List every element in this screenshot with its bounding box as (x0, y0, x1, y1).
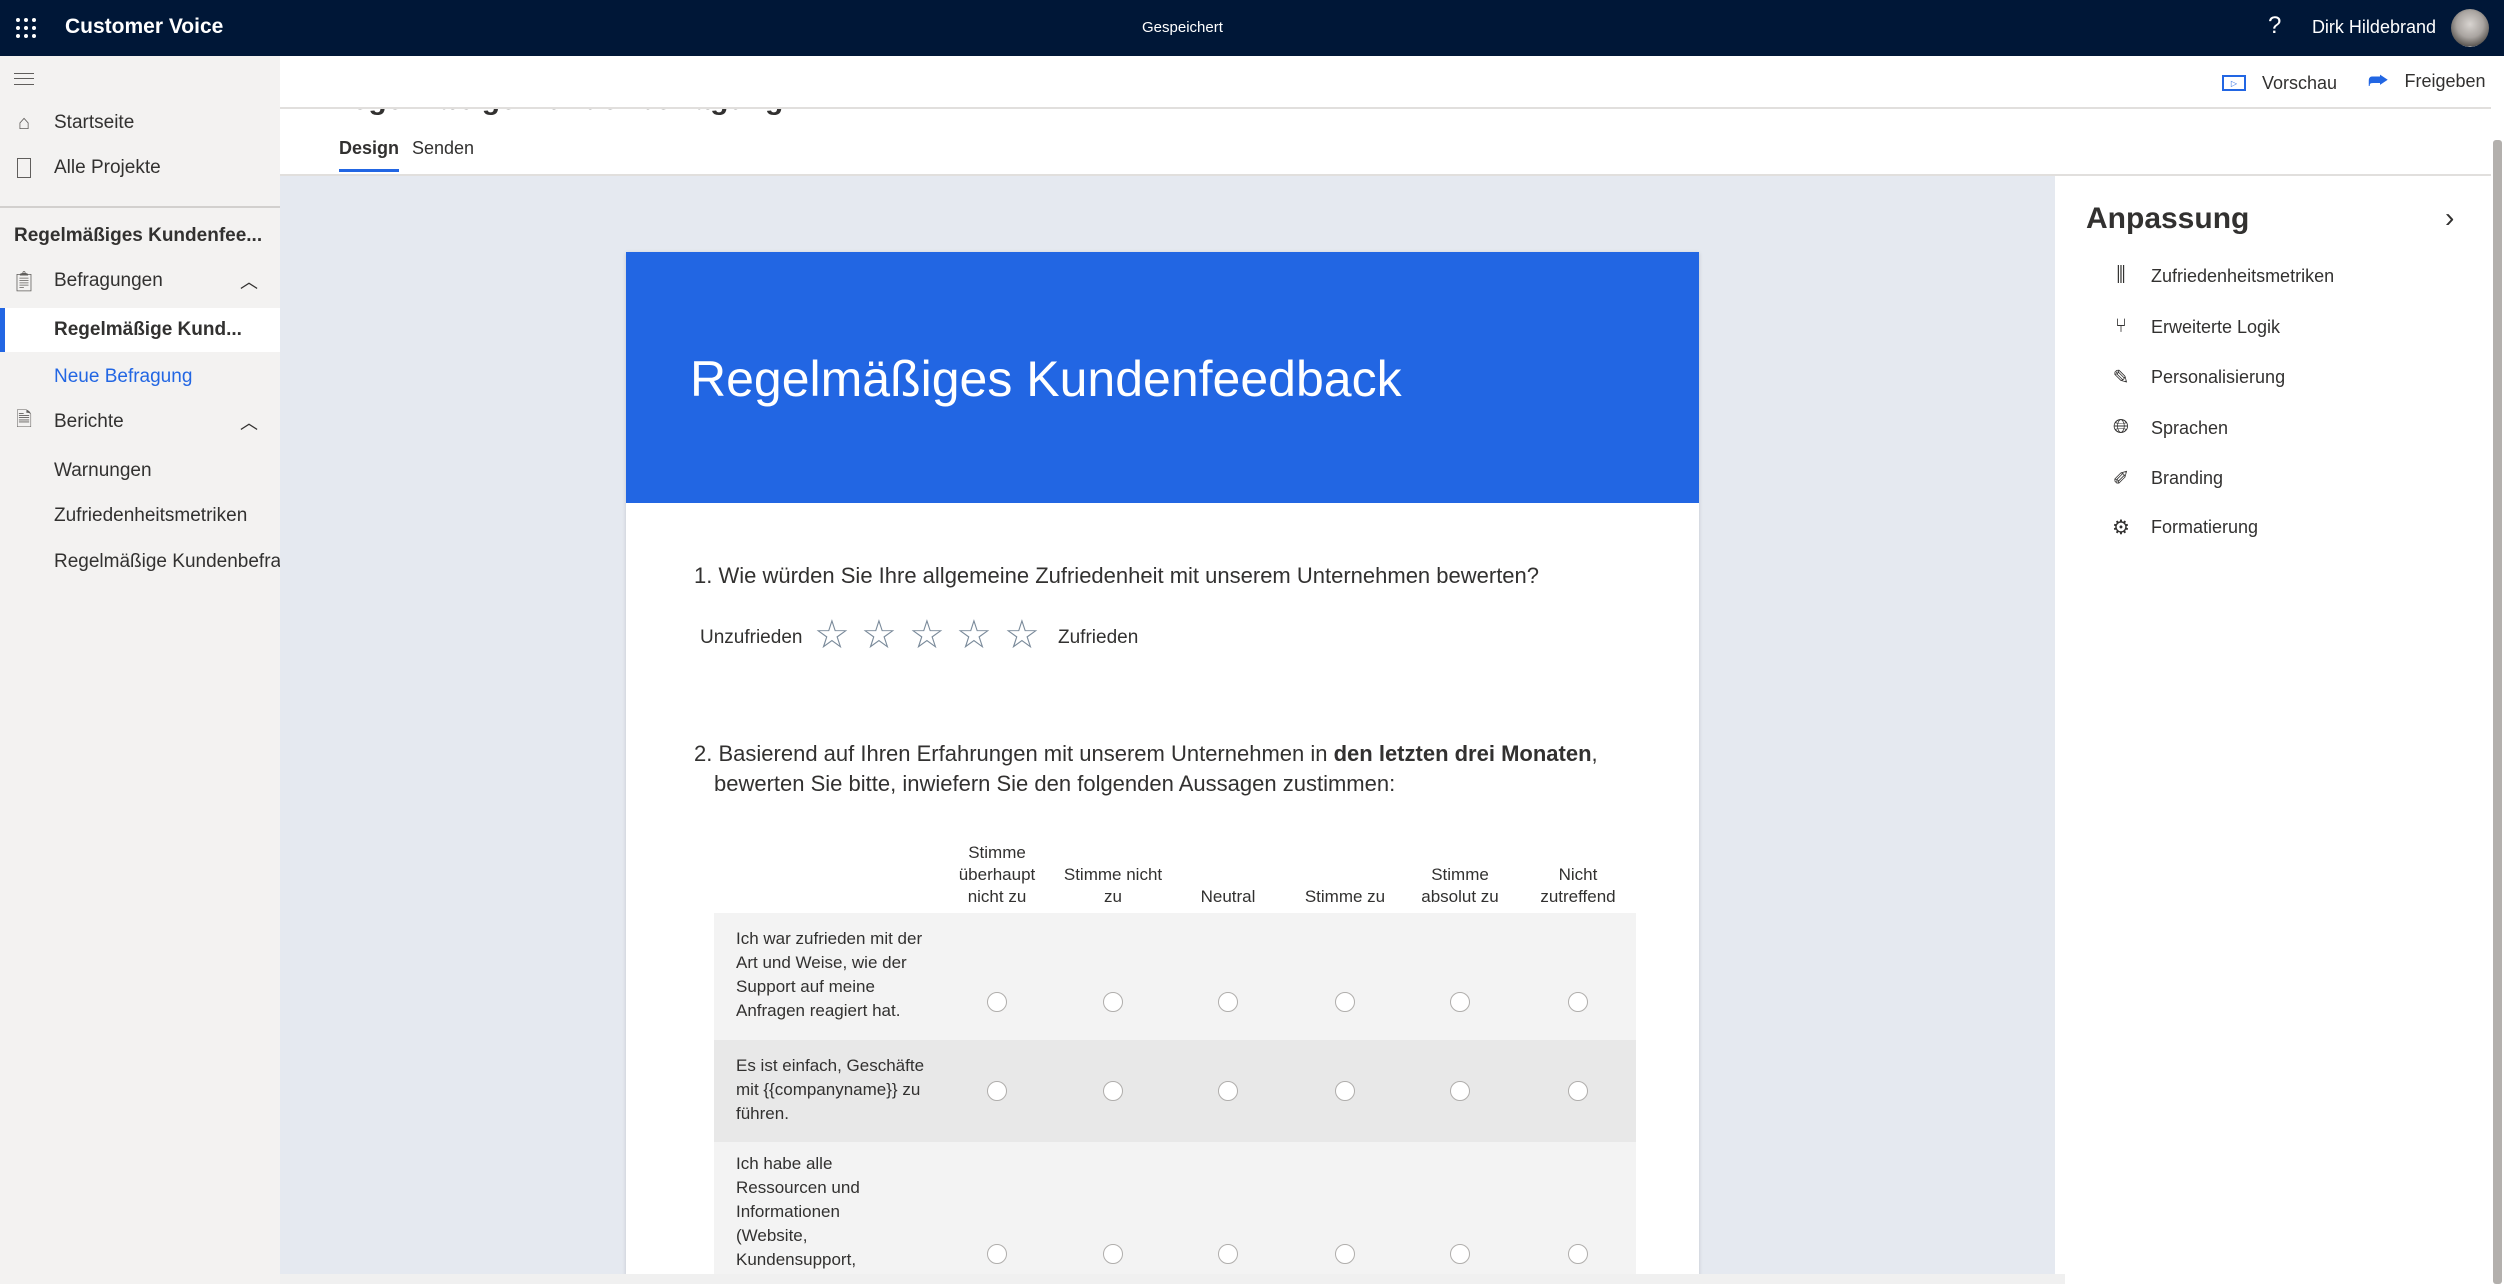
sidebar-item-report[interactable]: Regelmäßige Kundenbefra... (0, 540, 297, 584)
star-icon[interactable]: ☆ (909, 612, 945, 658)
radio-option[interactable] (987, 992, 1007, 1012)
radio-option[interactable] (1450, 992, 1470, 1012)
survey-header[interactable]: Regelmäßiges Kundenfeedback (626, 252, 1699, 503)
globe-icon: 🌐︎ (2113, 416, 2129, 438)
sidebar-item-startseite[interactable]: ⌂ Startseite (0, 101, 280, 145)
radio-option[interactable] (1103, 1081, 1123, 1101)
star-icon[interactable]: ☆ (1004, 612, 1040, 658)
app-name[interactable]: Customer Voice (65, 15, 223, 39)
survey-title[interactable]: Regelmäßiges Kundenfeedback (690, 350, 1402, 408)
radio-option[interactable] (1218, 1244, 1238, 1264)
panel-item-satisfaction-metrics[interactable]: ⫼ Zufriedenheitsmetriken (2065, 256, 2485, 296)
matrix-row: Es ist einfach, Geschäfte mit {{companyn… (714, 1040, 1636, 1142)
radio-option[interactable] (1335, 1244, 1355, 1264)
share-button[interactable]: ⮫ Freigeben (2368, 68, 2486, 94)
panel-item-branding[interactable]: ✐ Branding (2065, 458, 2485, 498)
edit-box-icon: ✎ (2112, 367, 2130, 389)
survey-canvas: Regelmäßiges Kundenfeedback 1. Wie würde… (280, 176, 2055, 1284)
panel-item-advanced-logic[interactable]: ⑂ Erweiterte Logik (2065, 307, 2485, 347)
preview-icon: ▷ (2222, 75, 2246, 91)
hamburger-menu-icon[interactable] (14, 73, 34, 85)
radio-option[interactable] (1103, 1244, 1123, 1264)
share-icon: ⮫ (2368, 68, 2389, 93)
help-icon[interactable]: ? (2268, 12, 2281, 40)
top-bar: Customer Voice Gespeichert ? Dirk Hildeb… (0, 0, 2504, 56)
tab-design[interactable]: Design (339, 138, 400, 172)
rating-row: Unzufrieden ☆ ☆ ☆ ☆ ☆ Zufrieden (694, 613, 1294, 662)
collapse-panel-chevron-icon[interactable]: › (2445, 202, 2454, 234)
rating-low-label: Unzufrieden (700, 627, 803, 648)
radio-option[interactable] (987, 1244, 1007, 1264)
page-title: Regelmäßige Kundenbefragung (330, 109, 783, 117)
chevron-up-icon[interactable]: ︿ (240, 268, 258, 294)
page-header: Regelmäßige Kundenbefragung Design Sende… (280, 109, 2491, 176)
sidebar-item-warnungen[interactable]: Warnungen (0, 449, 280, 493)
column-header: Stimme überhaupt nicht zu (958, 843, 1036, 906)
survey-card: Regelmäßiges Kundenfeedback 1. Wie würde… (626, 252, 1699, 1284)
sidebar-item-zufriedenheitsmetriken[interactable]: Zufriedenheitsmetriken (0, 494, 280, 538)
radio-option[interactable] (1103, 992, 1123, 1012)
rating-high-label: Zufrieden (1058, 627, 1139, 648)
radio-option[interactable] (1568, 992, 1588, 1012)
column-header: Nicht zutreffend (1540, 865, 1616, 906)
column-header: Neutral (1200, 887, 1256, 906)
radio-option[interactable] (1568, 1244, 1588, 1264)
sidebar-item-active-survey[interactable]: Regelmäßige Kund... (0, 308, 280, 352)
preview-button[interactable]: ▷ Vorschau (2222, 70, 2337, 96)
star-icon[interactable]: ☆ (861, 612, 897, 658)
matrix-row: Ich habe alle Ressourcen und Information… (714, 1142, 1636, 1284)
panel-item-personalization[interactable]: ✎ Personalisierung (2065, 357, 2485, 397)
star-icon[interactable]: ☆ (956, 612, 992, 658)
command-bar: ▷ Vorschau ⮫ Freigeben (280, 56, 2491, 109)
matrix-row: Ich war zufrieden mit der Art und Weise,… (714, 913, 1636, 1040)
panel-title: Anpassung (2086, 202, 2250, 235)
gear-icon: ⚙ (2112, 517, 2130, 539)
sidebar-item-neue-befragung[interactable]: Neue Befragung (0, 355, 280, 399)
column-header: Stimme nicht zu (1063, 865, 1163, 906)
radio-option[interactable] (1218, 992, 1238, 1012)
tab-senden[interactable]: Senden (412, 138, 474, 159)
radio-option[interactable] (1335, 992, 1355, 1012)
question-1[interactable]: 1. Wie würden Sie Ihre allgemeine Zufrie… (694, 563, 1539, 589)
design-tools-icon: ✐ (2112, 468, 2130, 490)
save-status: Gespeichert (1142, 19, 1223, 36)
radio-option[interactable] (1335, 1081, 1355, 1101)
metrics-icon: ⫼ (2116, 264, 2126, 286)
page-scrollbar[interactable] (2491, 56, 2504, 1284)
radio-option[interactable] (1450, 1081, 1470, 1101)
divider (0, 206, 280, 208)
home-icon: ⌂ (17, 111, 31, 134)
sidebar-group-befragungen[interactable]: 📋︎ Befragungen ︿ (0, 259, 280, 303)
radio-option[interactable] (987, 1081, 1007, 1101)
radio-option[interactable] (1450, 1244, 1470, 1264)
customization-panel: Anpassung › ⫼ Zufriedenheitsmetriken ⑂ Erw… (2065, 176, 2491, 1284)
star-icon[interactable]: ☆ (814, 612, 850, 658)
projects-icon (14, 157, 34, 179)
sidebar-group-berichte[interactable]: 🗎︎ Berichte ︿ (0, 400, 280, 444)
branch-icon: ⑂ (2115, 315, 2127, 337)
radio-option[interactable] (1218, 1081, 1238, 1101)
clipboard-icon: 📋︎ (11, 270, 37, 293)
column-header: Stimme zu (1304, 887, 1386, 906)
app-launcher-icon[interactable] (14, 16, 38, 40)
sidebar-item-alle-projekte[interactable]: Alle Projekte (0, 146, 280, 190)
column-header: Stimme absolut zu (1421, 865, 1499, 906)
question-2[interactable]: 2. Basierend auf Ihren Erfahrungen mit u… (694, 739, 1598, 799)
sidebar: ⌂ Startseite Alle Projekte Regelmäßiges K… (0, 56, 297, 1284)
panel-item-formatting[interactable]: ⚙ Formatierung (2065, 507, 2485, 547)
report-icon: 🗎︎ (15, 409, 33, 431)
likert-matrix: Stimme überhaupt nicht zu Stimme nicht z… (714, 842, 1636, 1284)
avatar[interactable] (2451, 9, 2489, 47)
chevron-up-icon[interactable]: ︿ (240, 409, 258, 435)
user-name[interactable]: Dirk Hildebrand (2312, 17, 2436, 38)
project-title[interactable]: Regelmäßiges Kundenfee... (0, 214, 262, 258)
radio-option[interactable] (1568, 1081, 1588, 1101)
panel-item-languages[interactable]: 🌐︎ Sprachen (2065, 408, 2485, 448)
